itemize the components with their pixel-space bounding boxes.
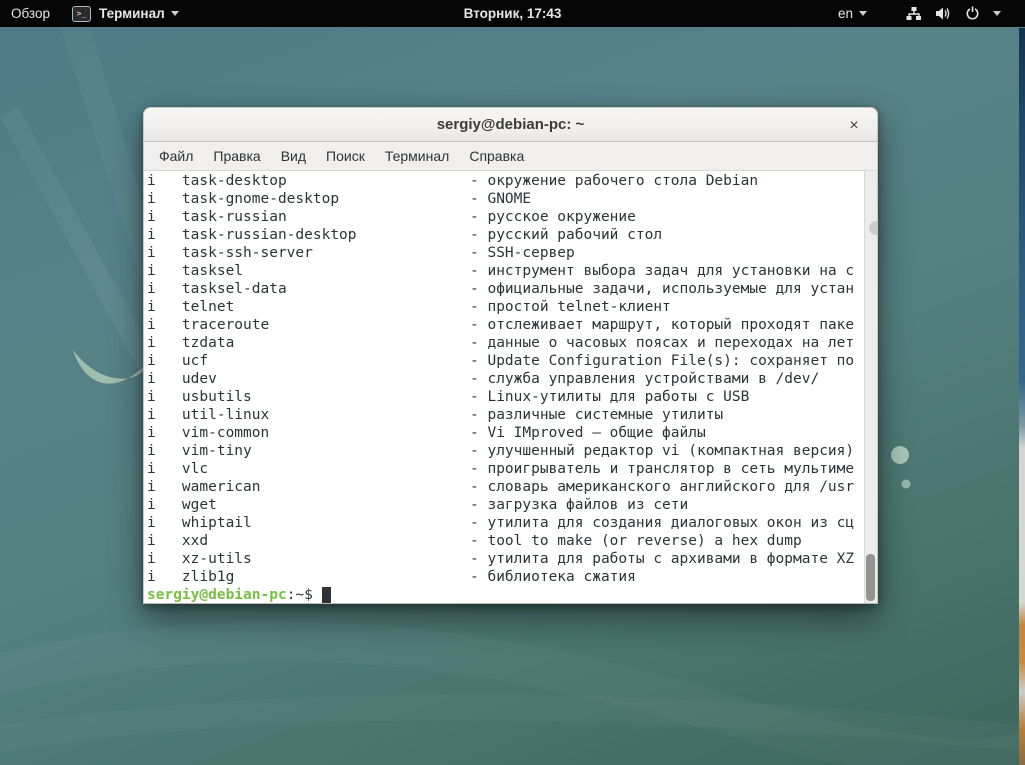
terminal-output-line: i telnet - простой telnet-клиент	[147, 298, 877, 316]
system-menu-chevron-icon[interactable]	[993, 11, 1001, 16]
terminal-output-line: i wget - загрузка файлов из сети	[147, 496, 877, 514]
prompt-separator: :	[287, 586, 296, 604]
terminal-output-line: i whiptail - утилита для создания диалог…	[147, 514, 877, 532]
network-icon[interactable]	[906, 6, 922, 21]
prompt-symbol: $	[304, 586, 313, 604]
terminal-output-line: i ucf - Update Configuration File(s): со…	[147, 352, 877, 370]
terminal-output-line: i vim-common - Vi IMproved — общие файлы	[147, 424, 877, 442]
menu-bar: ФайлПравкаВидПоискТерминалСправка	[143, 142, 878, 171]
terminal-content[interactable]: i task-desktop - окружение рабочего стол…	[143, 171, 878, 604]
gnome-top-bar: Обзор >_ Терминал Вторник, 17:43 en	[0, 0, 1025, 27]
terminal-output-line: i udev - служба управления устройствами …	[147, 370, 877, 388]
terminal-output-line: i xz-utils - утилита для работы с архива…	[147, 550, 877, 568]
terminal-output-line: i task-gnome-desktop - GNOME	[147, 190, 877, 208]
menu-item[interactable]: Правка	[203, 144, 270, 168]
terminal-output-line: i xxd - tool to make (or reverse) a hex …	[147, 532, 877, 550]
terminal-output-line: i usbutils - Linux-утилиты для работы с …	[147, 388, 877, 406]
menu-item[interactable]: Справка	[459, 144, 534, 168]
volume-icon[interactable]	[935, 6, 952, 21]
scrollbar-marker	[869, 221, 877, 235]
window-titlebar[interactable]: sergiy@debian-pc: ~ ×	[143, 107, 878, 142]
power-icon[interactable]	[965, 6, 980, 21]
menu-item[interactable]: Терминал	[375, 144, 459, 168]
terminal-cursor[interactable]	[322, 587, 331, 603]
terminal-output-line: i traceroute - отслеживает маршрут, кото…	[147, 316, 877, 334]
terminal-window: sergiy@debian-pc: ~ × ФайлПравкаВидПоиск…	[143, 107, 878, 604]
terminal-output-line: i tasksel - инструмент выбора задач для …	[147, 262, 877, 280]
terminal-output-line: i tzdata - данные о часовых поясах и пер…	[147, 334, 877, 352]
keyboard-layout-chevron-icon	[859, 11, 867, 16]
prompt-path: ~	[295, 586, 304, 604]
terminal-output-line: i task-ssh-server - SSH-сервер	[147, 244, 877, 262]
terminal-output-line: i vim-tiny - улучшенный редактор vi (ком…	[147, 442, 877, 460]
terminal-output-line: i util-linux - различные системные утили…	[147, 406, 877, 424]
window-title: sergiy@debian-pc: ~	[437, 116, 585, 133]
keyboard-layout-indicator[interactable]: en	[838, 6, 867, 21]
prompt-user-host: sergiy@debian-pc	[147, 586, 287, 604]
keyboard-layout-label: en	[838, 6, 853, 21]
menu-item[interactable]: Файл	[149, 144, 203, 168]
terminal-output-line: i task-desktop - окружение рабочего стол…	[147, 172, 877, 190]
close-button[interactable]: ×	[843, 108, 865, 143]
terminal-output-line: i vlc - проигрыватель и транслятор в сет…	[147, 460, 877, 478]
system-status-area[interactable]: en	[838, 6, 1001, 21]
menu-item[interactable]: Вид	[271, 144, 316, 168]
terminal-output-line: i task-russian - русское окружение	[147, 208, 877, 226]
terminal-output: i task-desktop - окружение рабочего стол…	[147, 172, 877, 586]
scrollbar-thumb[interactable]	[866, 554, 875, 601]
terminal-prompt-line: sergiy@debian-pc:~$	[147, 586, 877, 604]
terminal-output-line: i zlib1g - библиотека сжатия	[147, 568, 877, 586]
menu-item[interactable]: Поиск	[316, 144, 375, 168]
terminal-output-line: i tasksel-data - официальные задачи, исп…	[147, 280, 877, 298]
scrollbar-track[interactable]	[864, 171, 877, 604]
terminal-output-line: i task-russian-desktop - русский рабочий…	[147, 226, 877, 244]
background-window-edge	[1019, 28, 1025, 765]
terminal-output-line: i wamerican - словарь американского англ…	[147, 478, 877, 496]
